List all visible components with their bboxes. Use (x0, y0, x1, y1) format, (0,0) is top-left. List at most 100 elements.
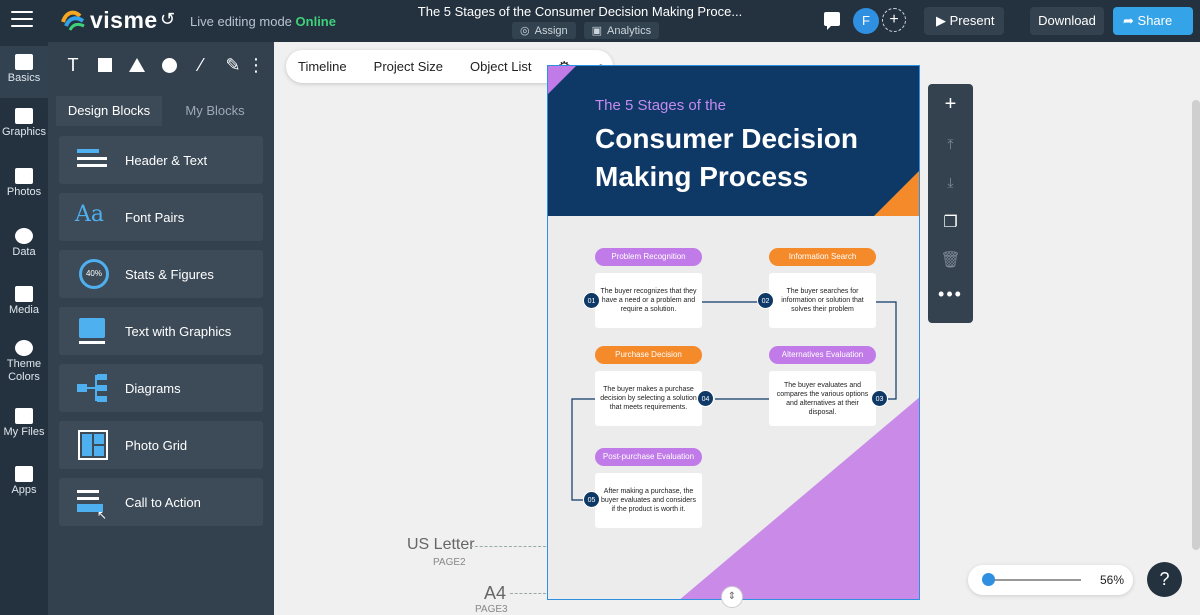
rail-item-graphics[interactable]: Graphics (0, 108, 48, 152)
zoom-slider-track[interactable] (986, 579, 1081, 581)
play-icon: ▶ (936, 13, 946, 28)
rail-label: Graphics (1, 126, 47, 138)
rail-item-theme-colors[interactable]: Theme Colors (0, 340, 48, 392)
text-tool[interactable]: T (58, 50, 88, 80)
block-label: Call to Action (125, 494, 201, 510)
share-button[interactable]: ➦ Share (1113, 7, 1193, 35)
block-header-text[interactable]: Header & Text (59, 136, 263, 184)
top-bar: visme ↺ Live editing mode Online The 5 S… (0, 0, 1200, 42)
stage-card-5[interactable]: After making a purchase, the buyer evalu… (595, 473, 702, 528)
user-avatar[interactable]: F (853, 8, 879, 34)
page-divider (510, 593, 546, 594)
purple-corner (548, 66, 576, 94)
block-tabs: Design Blocks My Blocks (56, 96, 268, 126)
zoom-value[interactable]: 56% (1100, 573, 1124, 587)
block-text-with-graphics[interactable]: Text with Graphics (59, 307, 263, 355)
block-font-pairs[interactable]: Aa Font Pairs (59, 193, 263, 241)
page-size-label-letter: US Letter (407, 536, 475, 553)
analytics-button[interactable]: ▣ Analytics (583, 22, 660, 39)
add-page-icon[interactable]: + (928, 93, 973, 116)
pen-tool[interactable]: ✎ (218, 50, 248, 80)
analytics-label: Analytics (607, 24, 652, 37)
block-label: Font Pairs (125, 209, 185, 225)
visme-logo[interactable]: visme (60, 7, 158, 34)
infographic-page[interactable]: The 5 Stages of the Consumer Decision Ma… (547, 65, 920, 600)
more-tools[interactable]: ⋮ (247, 50, 265, 80)
block-photo-grid[interactable]: Photo Grid (59, 421, 263, 469)
stage-pill-5[interactable]: Post-purchase Evaluation (595, 448, 702, 466)
download-button[interactable]: Download (1030, 7, 1104, 35)
font-pairs-icon: Aa (75, 202, 105, 227)
editing-mode-status: Live editing mode Online (190, 14, 336, 29)
stage-number-2: 02 (757, 292, 774, 309)
stage-pill-2[interactable]: Information Search (769, 248, 876, 266)
rectangle-tool[interactable] (90, 50, 120, 80)
kebab-icon: ⋮ (247, 54, 265, 75)
arrow-line-icon: ⁄ (199, 54, 203, 75)
stage-card-2[interactable]: The buyer searches for information or so… (769, 273, 876, 328)
stage-card-4[interactable]: The buyer makes a purchase decision by s… (595, 371, 702, 426)
rail-item-my-files[interactable]: My Files (0, 408, 48, 452)
page-reorder-icon[interactable]: ⇕ (721, 586, 743, 608)
logo-text: visme (90, 7, 158, 33)
present-button[interactable]: ▶ Present (924, 7, 1004, 35)
page-size-label-a4: A4 (484, 583, 507, 603)
infographic-title[interactable]: Consumer Decision Making Process (595, 120, 895, 196)
image-text-icon (75, 316, 111, 346)
move-page-up-icon[interactable]: ⤒ (928, 136, 973, 153)
duplicate-page-icon[interactable]: ❐ (928, 212, 973, 232)
block-diagrams[interactable]: Diagrams (59, 364, 263, 412)
assign-button[interactable]: ◎ Assign (512, 22, 576, 39)
share-label: Share (1137, 13, 1173, 28)
delete-page-icon[interactable]: 🗑 (928, 250, 973, 270)
cursor-icon: ↖ (97, 508, 108, 522)
basics-icon (15, 54, 33, 70)
object-list-button[interactable]: Object List (470, 59, 531, 74)
infographic-header: The 5 Stages of the Consumer Decision Ma… (548, 66, 919, 216)
rail-label: Media (9, 304, 39, 316)
rail-item-data[interactable]: Data (0, 228, 48, 272)
document-title[interactable]: The 5 Stages of the Consumer Decision Ma… (380, 4, 780, 19)
stage-pill-1[interactable]: Problem Recognition (595, 248, 702, 266)
move-page-down-icon[interactable]: ⤓ (928, 174, 973, 191)
stage-pill-3[interactable]: Alternatives Evaluation (769, 346, 876, 364)
block-label: Text with Graphics (125, 323, 232, 339)
comments-icon[interactable] (824, 12, 840, 30)
rail-item-basics[interactable]: Basics (0, 46, 48, 98)
block-stats-figures[interactable]: 40% Stats & Figures (59, 250, 263, 298)
stage-card-1[interactable]: The buyer recognizes that they have a ne… (595, 273, 702, 328)
rail-item-apps[interactable]: Apps (0, 466, 48, 510)
triangle-tool[interactable] (122, 50, 152, 80)
rail-item-media[interactable]: Media (0, 286, 48, 330)
zoom-control: 56% (968, 565, 1133, 595)
zoom-slider-handle[interactable] (982, 573, 995, 586)
tab-design-blocks[interactable]: Design Blocks (56, 96, 162, 126)
rail-item-photos[interactable]: Photos (0, 168, 48, 212)
project-size-button[interactable]: Project Size (374, 59, 443, 74)
undo-icon[interactable]: ↺ (160, 9, 175, 30)
block-call-to-action[interactable]: ↖ Call to Action (59, 478, 263, 526)
assign-icon: ◎ (520, 25, 530, 37)
block-label: Stats & Figures (125, 266, 214, 282)
stage-number-3: 03 (871, 390, 888, 407)
pencil-icon: ✎ (225, 54, 241, 75)
circle-tool[interactable] (154, 50, 184, 80)
timeline-button[interactable]: Timeline (298, 59, 347, 74)
logo-mark-icon (61, 10, 85, 31)
add-collaborator-icon[interactable]: + (882, 8, 906, 32)
palette-icon (15, 340, 33, 356)
tab-my-blocks[interactable]: My Blocks (162, 96, 268, 126)
call-to-action-icon: ↖ (75, 487, 111, 522)
diagram-icon (75, 373, 111, 403)
more-options-icon[interactable]: ••• (928, 284, 973, 305)
canvas-scrollbar[interactable] (1192, 100, 1200, 550)
mode-prefix: Live editing mode (190, 14, 292, 29)
page-divider (470, 546, 546, 547)
stage-card-3[interactable]: The buyer evaluates and compares the var… (769, 371, 876, 426)
line-tool[interactable]: ⁄ (186, 50, 216, 80)
infographic-kicker[interactable]: The 5 Stages of the (595, 97, 726, 114)
help-button[interactable]: ? (1147, 562, 1182, 597)
menu-icon[interactable] (11, 11, 33, 29)
stage-pill-4[interactable]: Purchase Decision (595, 346, 702, 364)
graphics-icon (15, 108, 33, 124)
